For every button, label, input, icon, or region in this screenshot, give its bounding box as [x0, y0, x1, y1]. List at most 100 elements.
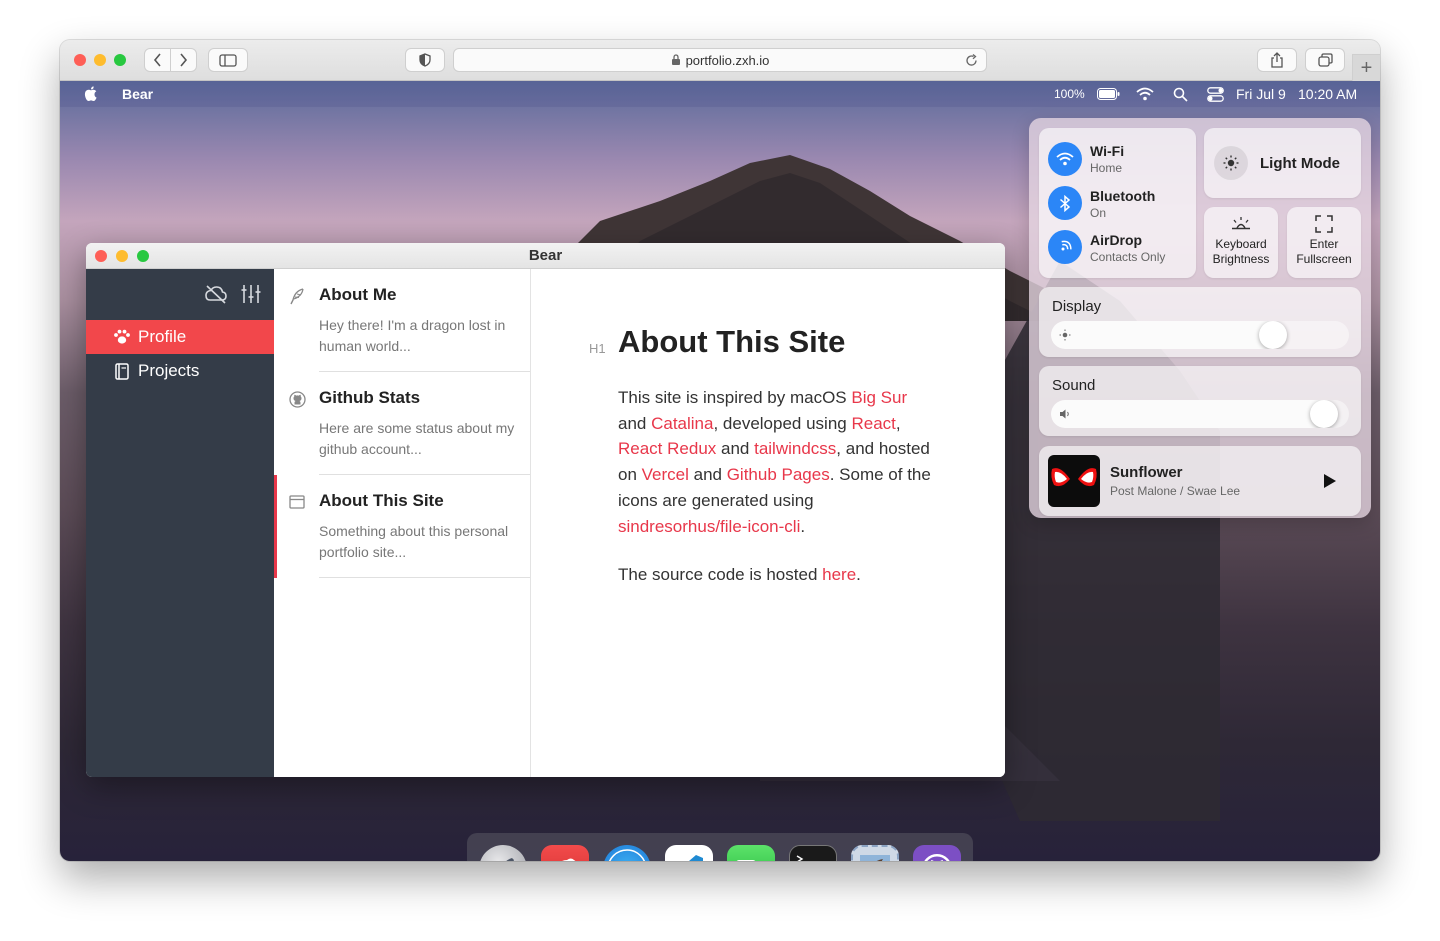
bear-zoom-button[interactable] [137, 250, 149, 262]
bear-sidebar: Profile Projects [86, 269, 274, 777]
source-paragraph: The source code is hosted here. [618, 565, 938, 585]
display-tile: Display [1039, 287, 1361, 357]
link-tailwindcss[interactable]: tailwindcss [754, 439, 836, 458]
connectivity-tile: Wi-Fi Home Bluetooth On AirDrop Contacts… [1039, 128, 1196, 278]
heading-level-tag: H1 [589, 341, 606, 356]
play-icon[interactable] [1323, 473, 1337, 489]
wifi-label: Wi-Fi [1090, 143, 1125, 159]
fullscreen-label-1: Enter [1309, 237, 1339, 251]
privacy-report-button[interactable] [405, 48, 445, 72]
bear-window-title: Bear [528, 247, 563, 264]
sun-icon [1214, 146, 1248, 180]
shield-icon [419, 53, 431, 67]
display-brightness-slider[interactable] [1051, 321, 1349, 349]
text-span: , [895, 413, 901, 433]
link-react-redux[interactable]: React Redux [618, 439, 716, 458]
sidebar-toggle-button[interactable] [208, 48, 248, 72]
light-mode-toggle[interactable]: Light Mode [1204, 128, 1361, 198]
control-center: Wi-Fi Home Bluetooth On AirDrop Contacts… [1029, 118, 1371, 518]
terminal-icon[interactable] [789, 845, 837, 861]
forward-button[interactable] [170, 48, 197, 72]
speaker-icon [1060, 409, 1069, 419]
slider-fill [1051, 321, 1273, 349]
close-button[interactable] [74, 54, 86, 66]
github-icon[interactable] [913, 845, 961, 861]
desktop: Bear 100% Fri Jul 9 10:20 AM Bear Profil… [60, 81, 1380, 861]
bear-app-icon[interactable] [541, 845, 589, 861]
note-title: Github Stats [319, 388, 421, 407]
menu-date[interactable]: Fri Jul 9 [1236, 86, 1286, 102]
wifi-toggle[interactable] [1048, 142, 1082, 176]
link-big-sur[interactable]: Big Sur [851, 388, 907, 407]
launchpad-icon[interactable] [479, 845, 527, 861]
intro-paragraph: This site is inspired by macOS Big Sur a… [618, 385, 938, 539]
slider-knob[interactable] [1310, 400, 1338, 428]
zoom-button[interactable] [114, 54, 126, 66]
cloud-off-icon[interactable] [204, 284, 228, 304]
text-span: , developed using [713, 413, 852, 433]
link-catalina[interactable]: Catalina [651, 414, 713, 433]
reload-icon[interactable] [965, 54, 978, 67]
note-item-about-this-site[interactable]: About This Site Something about this per… [274, 475, 530, 578]
vscode-icon[interactable] [665, 845, 713, 861]
new-tab-button[interactable]: + [1352, 54, 1380, 81]
tab-overview-button[interactable] [1305, 48, 1345, 72]
keyboard-label-2: Brightness [1212, 252, 1270, 266]
note-editor[interactable]: H1 About This Site This site is inspired… [531, 269, 1005, 777]
link-file-icon-cli[interactable]: sindresorhus/file-icon-cli [618, 517, 800, 536]
search-icon[interactable] [1173, 87, 1188, 102]
link-github-pages[interactable]: Github Pages [727, 465, 830, 484]
bluetooth-toggle[interactable] [1048, 186, 1082, 220]
menu-time[interactable]: 10:20 AM [1298, 86, 1357, 102]
bluetooth-status: On [1090, 206, 1107, 220]
bear-minimize-button[interactable] [116, 250, 128, 262]
text-span: and [716, 439, 755, 459]
bear-close-button[interactable] [95, 250, 107, 262]
link-vercel[interactable]: Vercel [642, 465, 689, 484]
bear-titlebar: Bear [86, 243, 1005, 269]
sidebar-item-profile[interactable]: Profile [86, 320, 274, 354]
track-title: Sunflower [1110, 464, 1183, 481]
volume-slider[interactable] [1051, 400, 1349, 428]
airdrop-toggle[interactable] [1048, 230, 1082, 264]
facetime-icon[interactable] [727, 845, 775, 861]
sliders-icon[interactable] [241, 284, 261, 304]
battery-icon[interactable] [1097, 88, 1120, 100]
safari-icon[interactable] [603, 845, 651, 861]
keyboard-brightness-button[interactable]: Keyboard Brightness [1204, 207, 1278, 278]
notebook-icon [112, 362, 132, 380]
slider-knob[interactable] [1259, 321, 1287, 349]
divider [319, 577, 530, 578]
note-item-github-stats[interactable]: Github Stats Here are some status about … [274, 372, 530, 475]
apple-icon[interactable] [84, 86, 98, 102]
control-center-icon[interactable] [1207, 87, 1224, 102]
sidebar-item-projects[interactable]: Projects [86, 354, 274, 388]
light-mode-label: Light Mode [1260, 155, 1340, 172]
feather-icon [288, 287, 306, 305]
chevron-left-icon [153, 53, 161, 67]
back-button[interactable] [144, 48, 171, 72]
minimize-button[interactable] [94, 54, 106, 66]
note-item-about-me[interactable]: About Me Hey there! I'm a dragon lost in… [274, 269, 530, 372]
link-react[interactable]: React [851, 414, 895, 433]
share-icon [1271, 52, 1283, 68]
wifi-icon[interactable] [1136, 87, 1154, 101]
active-app-menu[interactable]: Bear [122, 86, 153, 102]
wifi-network: Home [1090, 161, 1123, 175]
brightness-icon [1059, 329, 1071, 341]
note-snippet: Something about this personal portfolio … [319, 523, 509, 560]
mail-icon[interactable] [851, 845, 899, 861]
page-title: About This Site [618, 324, 846, 359]
bear-window: Bear Profile Projects About Me Hey there… [86, 243, 1005, 777]
link-here[interactable]: here [822, 565, 856, 584]
sidebar-item-label: Profile [138, 327, 187, 346]
airdrop-status: Contacts Only [1090, 250, 1166, 264]
text-span: and [618, 413, 652, 433]
airdrop-icon [1061, 240, 1072, 251]
enter-fullscreen-button[interactable]: Enter Fullscreen [1287, 207, 1361, 278]
address-bar[interactable]: portfolio.zxh.io [453, 48, 987, 72]
browser-window-icon [288, 493, 306, 511]
share-button[interactable] [1257, 48, 1297, 72]
sound-label: Sound [1052, 377, 1096, 394]
note-snippet: Hey there! I'm a dragon lost in human wo… [319, 317, 506, 354]
